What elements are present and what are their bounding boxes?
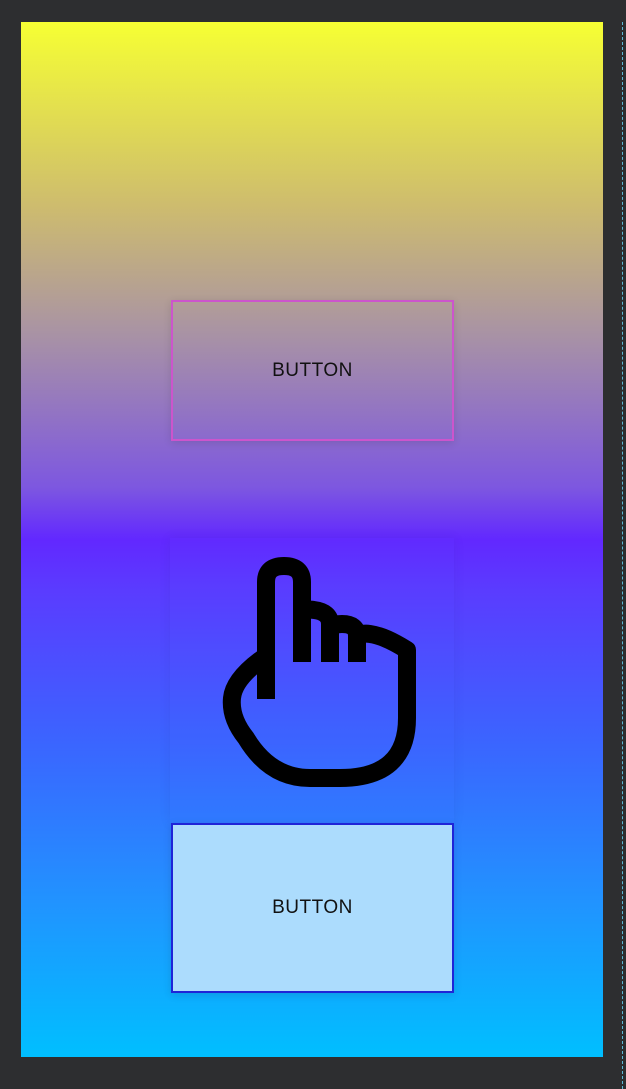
bottom-button[interactable]: BUTTON [171, 823, 454, 993]
layout-guide-line [622, 22, 625, 1089]
top-button[interactable]: BUTTON [171, 300, 454, 441]
image-button[interactable] [170, 538, 454, 823]
touch-app-icon [222, 557, 416, 787]
